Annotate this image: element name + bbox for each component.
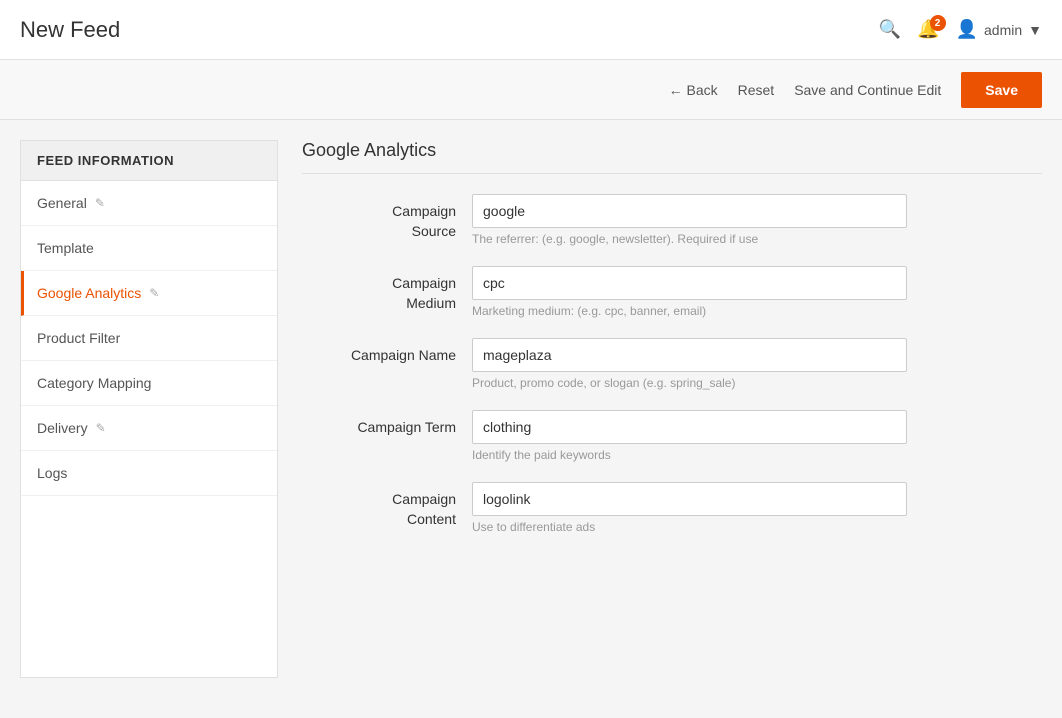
campaign-content-input[interactable]	[472, 482, 907, 516]
sidebar-item-label: Category Mapping	[37, 375, 151, 391]
sidebar-item-google-analytics[interactable]: Google Analytics ✎	[21, 271, 277, 316]
campaign-name-hint: Product, promo code, or slogan (e.g. spr…	[472, 376, 1042, 390]
campaign-content-field-wrap: Use to differentiate ads	[472, 482, 1042, 534]
search-button[interactable]: 🔍	[879, 19, 901, 40]
back-button[interactable]: ← Back	[669, 82, 718, 98]
campaign-name-label: Campaign Name	[302, 338, 472, 366]
campaign-term-row: Campaign Term Identify the paid keywords	[302, 410, 1042, 462]
notification-button[interactable]: 🔔 2	[917, 19, 939, 40]
sidebar-item-delivery[interactable]: Delivery ✎	[21, 406, 277, 451]
campaign-source-label: CampaignSource	[302, 194, 472, 241]
campaign-medium-label: CampaignMedium	[302, 266, 472, 313]
chevron-down-icon: ▼	[1028, 22, 1042, 38]
sidebar-item-label: Logs	[37, 465, 67, 481]
sidebar-section-title: FEED INFORMATION	[21, 141, 277, 181]
campaign-medium-row: CampaignMedium Marketing medium: (e.g. c…	[302, 266, 1042, 318]
save-continue-button[interactable]: Save and Continue Edit	[794, 82, 941, 98]
header-icons: 🔍 🔔 2 👤 admin ▼	[879, 19, 1042, 40]
sidebar: FEED INFORMATION General ✎ Template Goog…	[20, 140, 278, 678]
sidebar-item-label: Template	[37, 240, 94, 256]
campaign-source-row: CampaignSource The referrer: (e.g. googl…	[302, 194, 1042, 246]
top-header: New Feed 🔍 🔔 2 👤 admin ▼	[0, 0, 1062, 60]
campaign-term-field-wrap: Identify the paid keywords	[472, 410, 1042, 462]
campaign-content-row: CampaignContent Use to differentiate ads	[302, 482, 1042, 534]
google-analytics-title: Google Analytics	[302, 140, 1042, 174]
edit-icon: ✎	[149, 286, 159, 300]
campaign-name-field-wrap: Product, promo code, or slogan (e.g. spr…	[472, 338, 1042, 390]
sidebar-item-logs[interactable]: Logs	[21, 451, 277, 496]
save-button[interactable]: Save	[961, 72, 1042, 108]
edit-icon: ✎	[96, 421, 106, 435]
campaign-name-input[interactable]	[472, 338, 907, 372]
sidebar-item-label: Delivery	[37, 420, 88, 436]
campaign-term-label: Campaign Term	[302, 410, 472, 438]
campaign-content-hint: Use to differentiate ads	[472, 520, 1042, 534]
campaign-medium-hint: Marketing medium: (e.g. cpc, banner, ema…	[472, 304, 1042, 318]
main-layout: FEED INFORMATION General ✎ Template Goog…	[0, 120, 1062, 698]
action-bar: ← Back Reset Save and Continue Edit Save	[0, 60, 1062, 120]
edit-icon: ✎	[95, 196, 105, 210]
sidebar-item-general[interactable]: General ✎	[21, 181, 277, 226]
notification-badge: 2	[930, 15, 946, 31]
campaign-name-row: Campaign Name Product, promo code, or sl…	[302, 338, 1042, 390]
campaign-source-hint: The referrer: (e.g. google, newsletter).…	[472, 232, 1042, 246]
campaign-source-field-wrap: The referrer: (e.g. google, newsletter).…	[472, 194, 1042, 246]
sidebar-item-label: General	[37, 195, 87, 211]
campaign-source-input[interactable]	[472, 194, 907, 228]
admin-menu-button[interactable]: 👤 admin ▼	[956, 19, 1042, 40]
sidebar-item-category-mapping[interactable]: Category Mapping	[21, 361, 277, 406]
page-title: New Feed	[20, 17, 879, 43]
campaign-term-hint: Identify the paid keywords	[472, 448, 1042, 462]
admin-label: admin	[984, 22, 1022, 38]
sidebar-item-product-filter[interactable]: Product Filter	[21, 316, 277, 361]
reset-button[interactable]: Reset	[738, 82, 775, 98]
campaign-term-input[interactable]	[472, 410, 907, 444]
campaign-content-label: CampaignContent	[302, 482, 472, 529]
campaign-medium-input[interactable]	[472, 266, 907, 300]
campaign-medium-field-wrap: Marketing medium: (e.g. cpc, banner, ema…	[472, 266, 1042, 318]
sidebar-item-label: Google Analytics	[37, 285, 141, 301]
sidebar-item-template[interactable]: Template	[21, 226, 277, 271]
main-content: Google Analytics CampaignSource The refe…	[278, 140, 1042, 678]
admin-avatar-icon: 👤	[956, 19, 978, 40]
sidebar-item-label: Product Filter	[37, 330, 120, 346]
